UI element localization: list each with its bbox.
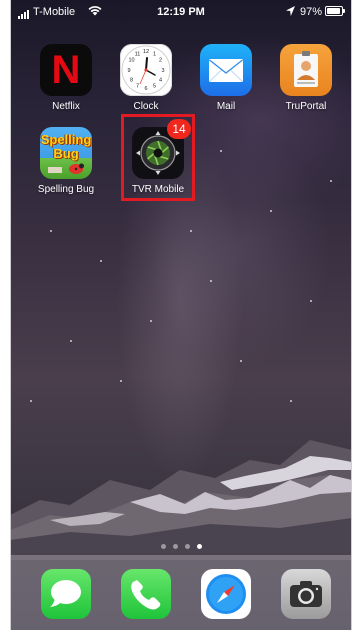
messages-icon[interactable] [41, 569, 91, 619]
app-netflix[interactable]: N Netflix [31, 44, 101, 112]
home-screen: T-Mobile 12:19 PM 97% N Netflix 12 1 2 3 45 [10, 0, 352, 630]
app-label-truportal: TruPortal [285, 101, 327, 112]
status-bar: T-Mobile 12:19 PM 97% [10, 0, 352, 22]
svg-text:5: 5 [153, 84, 156, 90]
app-label-mail: Mail [216, 101, 236, 112]
svg-text:10: 10 [128, 58, 134, 64]
svg-text:3: 3 [161, 68, 164, 74]
battery-percentage: 97% [300, 6, 323, 18]
camera-icon[interactable] [281, 569, 331, 619]
app-label-netflix: Netflix [52, 101, 80, 112]
svg-text:1: 1 [153, 52, 156, 58]
netflix-icon[interactable]: N [40, 44, 92, 96]
app-truportal[interactable]: TruPortal [271, 44, 341, 112]
app-label-spelling-bug: Spelling Bug [37, 184, 95, 195]
svg-text:7: 7 [136, 84, 139, 90]
dock [10, 555, 352, 630]
svg-text:2: 2 [159, 58, 162, 64]
wallpaper-mountains [10, 440, 352, 560]
page-dot[interactable] [184, 544, 190, 549]
clock-icon[interactable]: 12 1 2 345 678 9 10 11 [120, 44, 172, 96]
phone-icon[interactable] [121, 569, 171, 619]
mail-icon[interactable] [200, 44, 252, 96]
app-spelling-bug[interactable]: Spelling Bug Spelling Bug [31, 127, 101, 195]
svg-text:9: 9 [127, 68, 130, 74]
svg-text:12: 12 [143, 49, 149, 55]
page-dot[interactable] [172, 544, 178, 549]
page-dot[interactable] [160, 544, 166, 549]
app-mail[interactable]: Mail [191, 44, 261, 112]
page-indicator[interactable] [10, 544, 352, 549]
location-icon [286, 6, 295, 16]
svg-text:6: 6 [144, 86, 147, 92]
svg-text:11: 11 [135, 52, 141, 58]
battery-icon [325, 6, 345, 16]
spelling-bug-icon[interactable]: Spelling Bug [40, 127, 92, 179]
svg-text:8: 8 [130, 78, 133, 84]
highlight-box [121, 114, 195, 201]
app-label-clock: Clock [133, 101, 159, 112]
app-clock[interactable]: 12 1 2 345 678 9 10 11 Clock [111, 44, 181, 112]
safari-icon[interactable] [201, 569, 251, 619]
truportal-icon[interactable] [280, 44, 332, 96]
frame-border-right [351, 0, 352, 630]
svg-text:4: 4 [159, 78, 162, 84]
page-dot-active[interactable] [196, 544, 202, 549]
frame-border-left [10, 0, 11, 630]
